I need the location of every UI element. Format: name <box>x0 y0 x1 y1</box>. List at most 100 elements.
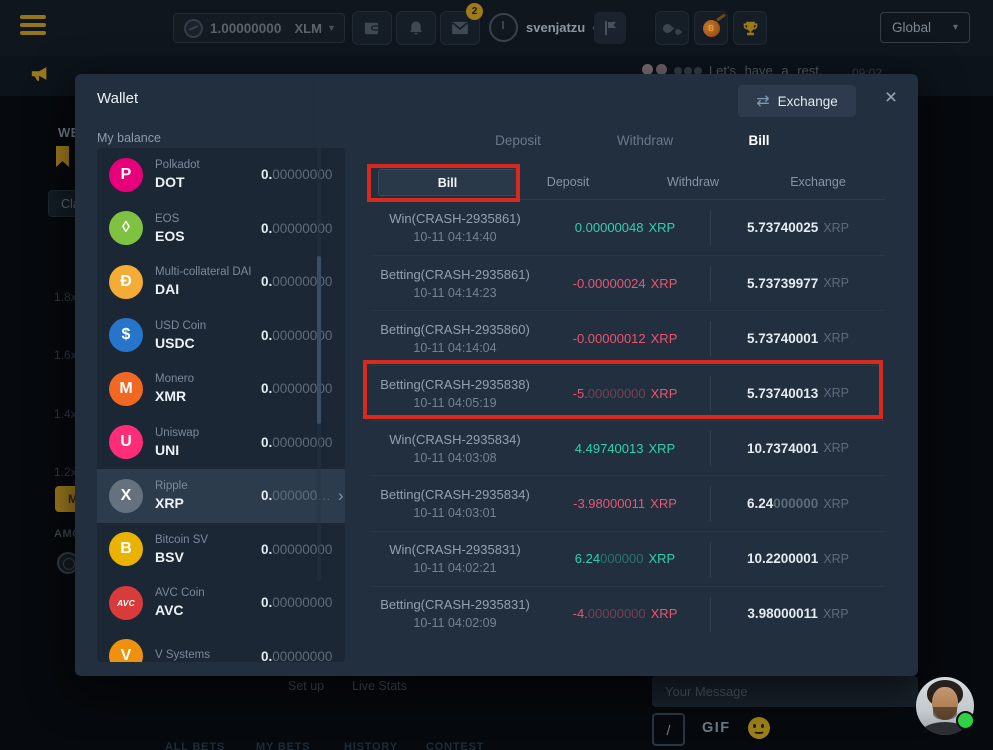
contest-button[interactable] <box>733 11 767 45</box>
wallet-button[interactable] <box>352 11 392 45</box>
transaction-row: Win(CRASH-2935861) 10-11 04:14:40 0.0000… <box>370 200 885 255</box>
user-menu[interactable]: svenjatzu▾ <box>526 20 597 35</box>
megaphone-icon <box>30 64 50 83</box>
coin-name: V Systems <box>155 649 261 661</box>
transaction-balance: 5.73740001XRP <box>711 311 885 365</box>
username-label: svenjatzu <box>526 20 585 35</box>
coin-icon: Ð <box>109 265 143 299</box>
coin-meta: Monero XMR <box>155 373 261 404</box>
coin-row[interactable]: V V Systems 0.00000000 <box>97 630 345 663</box>
app-window: 1.00000000 XLM ▾ 2 svenjatzu▾ B <box>0 0 993 750</box>
annotation-box-transaction-row <box>363 360 883 419</box>
coin-name: USD Coin <box>155 320 261 332</box>
gif-button[interactable]: GIF <box>702 720 731 736</box>
transaction-list: Win(CRASH-2935861) 10-11 04:14:40 0.0000… <box>370 200 885 641</box>
transaction-amount: 0.00000048XRP <box>540 200 710 255</box>
online-status-dot <box>956 711 975 730</box>
coin-meta: USD Coin USDC <box>155 320 261 351</box>
coin-row[interactable]: $ USD Coin USDC 0.00000000 <box>97 309 345 363</box>
tab-contest[interactable]: CONTEST <box>426 741 484 750</box>
coin-ticker: DAI <box>155 281 261 297</box>
transaction-row: Betting(CRASH-2935834) 10-11 04:03:01 -3… <box>370 475 885 530</box>
close-icon[interactable]: × <box>878 85 904 111</box>
tab-bill[interactable]: Bill <box>709 133 809 148</box>
feedback-button[interactable] <box>594 12 626 44</box>
transaction-desc: Win(CRASH-2935861) 10-11 04:14:40 <box>370 200 540 255</box>
coin-row[interactable]: P Polkadot DOT 0.00000000 <box>97 148 345 202</box>
coin-meta: Polkadot DOT <box>155 159 261 190</box>
region-selector[interactable]: Global ▾ <box>880 12 970 43</box>
coin-icon: X <box>109 479 143 513</box>
subtab-exchange[interactable]: Exchange <box>768 175 868 189</box>
tab-history[interactable]: HISTORY <box>344 741 398 750</box>
transaction-balance: 3.98000011XRP <box>711 587 885 641</box>
transaction-label: Betting(CRASH-2935860) <box>380 322 530 337</box>
coin-ticker: XMR <box>155 388 261 404</box>
transaction-row: Win(CRASH-2935834) 10-11 04:03:08 4.4974… <box>370 420 885 475</box>
coin-list: P Polkadot DOT 0.00000000 ◊ EOS EOS 0.00… <box>97 148 345 662</box>
rain-button[interactable] <box>655 11 689 45</box>
transaction-amount: -3.98000011XRP <box>540 476 710 530</box>
coin-row[interactable]: X Ripple XRP 0.000000… › <box>97 469 345 523</box>
coin-row[interactable]: Ð Multi-collateral DAI DAI 0.00000000 <box>97 255 345 309</box>
transaction-amount: 4.49740013XRP <box>540 421 710 475</box>
transaction-desc: Betting(CRASH-2935834) 10-11 04:03:01 <box>370 476 540 530</box>
chevron-down-icon: ▾ <box>953 22 958 33</box>
slash-command-button[interactable]: / <box>652 713 685 746</box>
coin-name: Polkadot <box>155 159 261 171</box>
transaction-balance: 5.73739977XRP <box>711 256 885 310</box>
coin-meta: Multi-collateral DAI DAI <box>155 266 261 297</box>
transaction-time: 10-11 04:03:08 <box>413 451 496 465</box>
transaction-row: Betting(CRASH-2935861) 10-11 04:14:23 -0… <box>370 255 885 310</box>
user-avatar-icon[interactable] <box>489 13 518 42</box>
scrollbar-thumb[interactable] <box>317 256 321 424</box>
transaction-desc: Betting(CRASH-2935860) 10-11 04:14:04 <box>370 311 540 365</box>
subtab-withdraw[interactable]: Withdraw <box>643 175 743 189</box>
rain-icon <box>661 22 674 35</box>
coin-row[interactable]: ◊ EOS EOS 0.00000000 <box>97 202 345 256</box>
chevron-right-icon: › <box>338 487 344 504</box>
transaction-desc: Betting(CRASH-2935861) 10-11 04:14:23 <box>370 256 540 310</box>
swap-arrows-icon: ⇄ <box>756 91 769 111</box>
balance-selector[interactable]: 1.00000000 XLM ▾ <box>173 13 345 43</box>
coin-name: AVC Coin <box>155 587 261 599</box>
avatar-beard <box>933 707 957 720</box>
coin-balance: 0.00000000 <box>261 328 332 343</box>
coin-balance: 0.00000000 <box>261 167 332 182</box>
coin-row[interactable]: B Bitcoin SV BSV 0.00000000 <box>97 523 345 577</box>
hamburger-menu-icon[interactable] <box>20 15 46 39</box>
coin-name: Ripple <box>155 480 261 492</box>
coin-balance: 0.00000000 <box>261 542 332 557</box>
tab-deposit[interactable]: Deposit <box>468 133 568 148</box>
coin-meta: EOS EOS <box>155 213 261 244</box>
coin-ticker: DOT <box>155 174 261 190</box>
chat-message-input[interactable] <box>652 676 918 707</box>
transaction-row: Win(CRASH-2935831) 10-11 04:02:21 6.2400… <box>370 531 885 586</box>
emoji-picker-button[interactable] <box>748 717 770 739</box>
transaction-label: Win(CRASH-2935831) <box>389 542 521 557</box>
coin-name: Bitcoin SV <box>155 534 261 546</box>
live-stats-button[interactable]: Live Stats <box>352 679 407 693</box>
transaction-amount: -4.00000000XRP <box>540 587 710 641</box>
notifications-button[interactable] <box>396 11 436 45</box>
coin-meta: V Systems <box>155 649 261 662</box>
transaction-label: Betting(CRASH-2935831) <box>380 597 530 612</box>
fireball-icon: B <box>703 20 720 37</box>
coin-row[interactable]: U Uniswap UNI 0.00000000 <box>97 416 345 470</box>
coin-balance: 0.00000000 <box>261 649 332 662</box>
setup-button[interactable]: Set up <box>288 679 324 693</box>
coin-name: Monero <box>155 373 261 385</box>
exchange-button[interactable]: ⇄ Exchange <box>738 85 856 117</box>
transaction-label: Win(CRASH-2935834) <box>389 432 521 447</box>
coin-row[interactable]: M Monero XMR 0.00000000 <box>97 362 345 416</box>
tab-withdraw[interactable]: Withdraw <box>595 133 695 148</box>
transaction-balance: 5.73740025XRP <box>711 200 885 255</box>
coin-name: Multi-collateral DAI <box>155 266 261 278</box>
tab-all-bets[interactable]: ALL BETS <box>165 741 225 750</box>
tab-my-bets[interactable]: MY BETS <box>256 741 310 750</box>
coin-balance: 0.00000000 <box>261 435 332 450</box>
coin-row[interactable]: AVC AVC Coin AVC 0.00000000 <box>97 576 345 630</box>
coin-balance: 0.00000000 <box>261 595 332 610</box>
subtab-deposit[interactable]: Deposit <box>518 175 618 189</box>
fireball-button[interactable]: B <box>694 11 728 45</box>
